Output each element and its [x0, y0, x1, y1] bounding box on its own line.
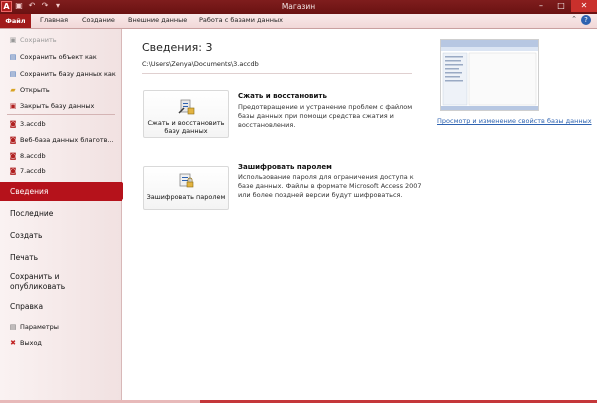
close-icon[interactable]: ✕ — [571, 0, 597, 12]
save-as-icon: ▤ — [9, 53, 17, 61]
nav-save-publish[interactable]: Сохранить и опубликовать — [10, 272, 65, 292]
backstage-sidebar: ▣ Сохранить ▤ Сохранить объект как ▤ Сох… — [0, 29, 129, 400]
window-controls: – □ ✕ — [531, 0, 597, 12]
save-object-as-label: Сохранить объект как — [20, 53, 97, 61]
compact-repair-description: Предотвращение и устранение проблем с фа… — [238, 103, 413, 129]
separator — [7, 114, 115, 115]
compact-repair-button[interactable]: Сжать и восстановить базу данных — [143, 90, 229, 138]
open-label: Открыть — [20, 86, 50, 94]
recent-file[interactable]: ◙ 3.accdb — [9, 119, 46, 129]
nav-info-selected[interactable]: Сведения — [0, 182, 129, 201]
encrypt-password-button[interactable]: Зашифровать паролем — [143, 166, 229, 210]
title-bar: A ▣ ↶ ↷ ▾ Магазин – □ ✕ — [0, 0, 597, 14]
page-title: Сведения: 3 — [142, 41, 213, 54]
recent-file-label: 7.accdb — [20, 167, 46, 175]
access-file-icon: ◙ — [9, 152, 17, 160]
file-path: C:\Users\Zenya\Documents\3.accdb — [142, 60, 259, 68]
access-file-icon: ◙ — [9, 120, 17, 128]
open-command[interactable]: ▰ Открыть — [9, 85, 50, 95]
tab-external-data[interactable]: Внешние данные — [128, 16, 187, 24]
options-icon: ▤ — [9, 323, 17, 331]
minimize-icon[interactable]: – — [531, 0, 551, 12]
separator — [142, 73, 412, 74]
recent-file[interactable]: ◙ 8.accdb — [9, 151, 46, 161]
encrypt-password-heading: Зашифровать паролем — [238, 163, 332, 171]
collapse-ribbon-icon[interactable]: ⌃ — [571, 15, 577, 25]
access-file-icon: ◙ — [9, 136, 17, 144]
nav-save-publish-line1: Сохранить и — [10, 272, 60, 281]
exit-icon: ✖ — [10, 339, 16, 347]
save-command[interactable]: ▣ Сохранить — [9, 35, 57, 45]
maximize-icon[interactable]: □ — [551, 0, 571, 12]
compact-repair-button-label: Сжать и восстановить базу данных — [147, 119, 225, 135]
nav-print[interactable]: Печать — [10, 253, 38, 263]
options-label: Параметры — [20, 323, 59, 331]
exit-label: Выход — [20, 339, 42, 347]
nav-recent[interactable]: Последние — [10, 209, 53, 219]
close-database-label: Закрыть базу данных — [20, 102, 95, 110]
recent-file[interactable]: ◙ Веб-база данных благотв... — [9, 135, 114, 145]
nav-new[interactable]: Создать — [10, 231, 42, 241]
nav-save-publish-line2: опубликовать — [10, 282, 66, 291]
save-icon: ▣ — [9, 36, 17, 44]
save-database-as-label: Сохранить базу данных как — [20, 70, 116, 78]
save-database-as-command[interactable]: ▤ Сохранить базу данных как — [9, 69, 116, 79]
compact-repair-icon — [178, 99, 195, 115]
save-object-as-command[interactable]: ▤ Сохранить объект как — [9, 52, 97, 62]
close-database-command[interactable]: ▣ Закрыть базу данных — [9, 101, 95, 111]
database-preview-image — [441, 40, 538, 110]
recent-file-label: Веб-база данных благотв... — [20, 136, 114, 144]
save-db-icon: ▤ — [9, 70, 17, 78]
recent-file-label: 8.accdb — [20, 152, 46, 160]
view-edit-properties-link[interactable]: Просмотр и изменение свойств базы данных — [437, 117, 592, 125]
help-icon[interactable]: ? — [581, 15, 591, 25]
save-command-label: Сохранить — [20, 36, 57, 44]
tab-create[interactable]: Создание — [82, 16, 115, 24]
access-file-icon: ◙ — [9, 167, 17, 175]
options-command[interactable]: ▤ Параметры — [9, 322, 59, 332]
lock-db-icon — [179, 173, 194, 188]
tab-home[interactable]: Главная — [40, 16, 68, 24]
tab-database-tools[interactable]: Работа с базами данных — [199, 16, 283, 24]
encrypt-password-description: Использование пароля для ограничения дос… — [238, 173, 422, 199]
encrypt-password-button-label: Зашифровать паролем — [146, 193, 226, 201]
ribbon-help-area: ⌃ ? — [571, 15, 591, 25]
nav-help[interactable]: Справка — [10, 302, 43, 312]
recent-file-label: 3.accdb — [20, 120, 46, 128]
tab-file[interactable]: Файл — [0, 14, 31, 28]
ribbon-tabs: Файл Главная Создание Внешние данные Раб… — [0, 14, 597, 29]
close-db-icon: ▣ — [9, 102, 17, 110]
open-folder-icon: ▰ — [10, 86, 16, 94]
database-thumbnail[interactable] — [440, 39, 539, 111]
info-panel: Сведения: 3 C:\Users\Zenya\Documents\3.a… — [123, 29, 597, 400]
compact-repair-heading: Сжать и восстановить — [238, 92, 327, 100]
recent-file[interactable]: ◙ 7.accdb — [9, 166, 46, 176]
window-title: Магазин — [281, 2, 316, 11]
exit-command[interactable]: ✖ Выход — [9, 338, 42, 348]
